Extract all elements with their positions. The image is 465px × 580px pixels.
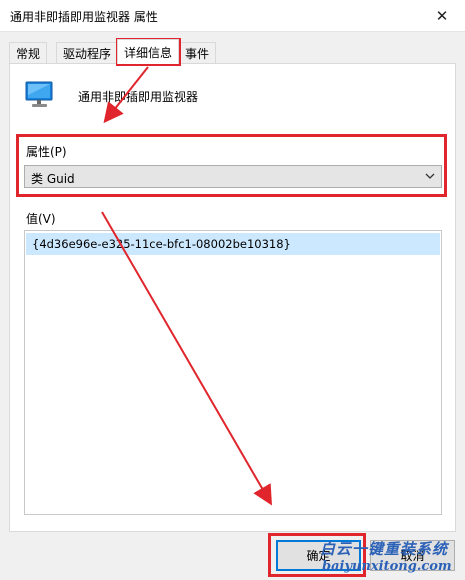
tab-general-label: 常规 [16, 46, 41, 61]
property-label: 属性(P) [26, 145, 67, 159]
property-dropdown[interactable]: 类 Guid [24, 165, 442, 188]
tab-details-label: 详细信息 [124, 45, 173, 60]
watermark-url: baiyunxitong.com [322, 559, 452, 574]
tab-general[interactable]: 常规 [9, 42, 48, 63]
tab-events-label: 事件 [185, 46, 210, 61]
tab-events[interactable]: 事件 [178, 42, 217, 63]
value-label: 值(V) [26, 212, 56, 226]
chevron-down-icon [425, 173, 435, 179]
tab-driver[interactable]: 驱动程序 [56, 42, 119, 63]
monitor-icon [25, 81, 53, 107]
property-selected-value: 类 Guid [31, 172, 75, 186]
value-list[interactable]: {4d36e96e-e325-11ce-bfc1-08002be10318} [24, 230, 442, 515]
window-title: 通用非即插即用监视器 属性 [10, 10, 158, 24]
watermark-text: 白云一键重装系统 [320, 540, 449, 558]
close-icon[interactable]: ✕ [419, 0, 465, 31]
watermark: 白云一键重装系统 baiyunxitong.com [318, 537, 464, 579]
tab-details[interactable]: 详细信息 [117, 39, 180, 64]
title-bar: 通用非即插即用监视器 属性 ✕ [0, 0, 465, 32]
list-item[interactable]: {4d36e96e-e325-11ce-bfc1-08002be10318} [26, 233, 440, 255]
device-name: 通用非即插即用监视器 [78, 90, 199, 104]
tab-driver-label: 驱动程序 [63, 46, 112, 61]
